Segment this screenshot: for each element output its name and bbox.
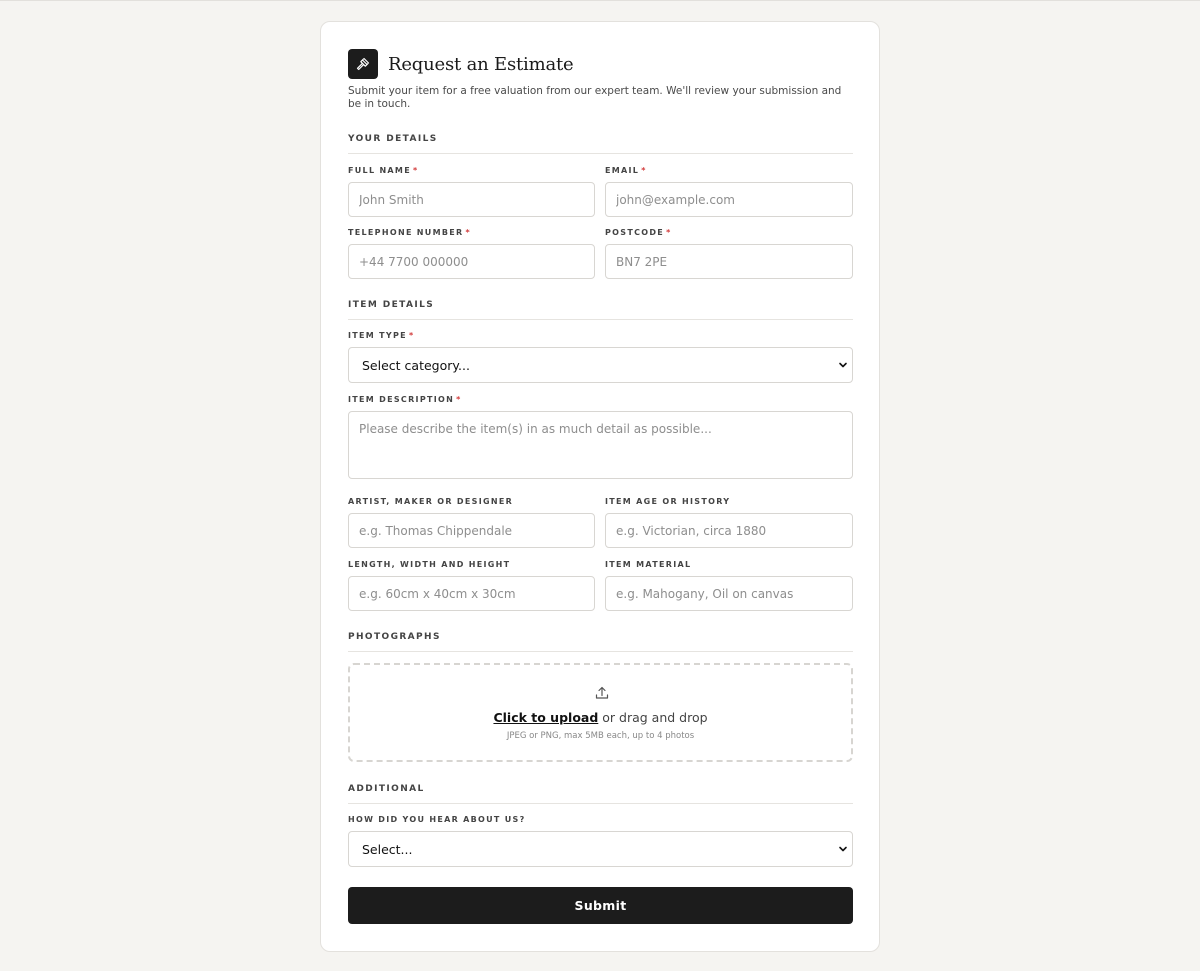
postcode-label-text: POSTCODE	[605, 228, 665, 237]
full-name-label-text: FULL NAME	[348, 166, 411, 175]
postcode-input[interactable]	[605, 244, 853, 279]
section-your-details: YOUR DETAILS	[348, 134, 853, 154]
email-input[interactable]	[605, 182, 853, 217]
chevron-down-icon	[839, 846, 847, 852]
referral-selected: Select...	[362, 841, 413, 857]
dimensions-input[interactable]	[348, 576, 595, 611]
dropzone-hint: JPEG or PNG, max 5MB each, up to 4 photo…	[506, 731, 695, 741]
item-age-label: ITEM AGE OR HISTORY	[605, 497, 731, 506]
section-photographs: PHOTOGRAPHS	[348, 632, 853, 652]
upload-icon	[595, 686, 609, 699]
item-type-label-text: ITEM TYPE	[348, 331, 407, 340]
submit-button[interactable]: Submit	[348, 887, 853, 924]
item-age-input[interactable]	[605, 513, 853, 548]
click-to-upload-link[interactable]: Click to upload	[493, 710, 598, 725]
artist-label: ARTIST, MAKER OR DESIGNER	[348, 497, 514, 506]
item-type-selected: Select category...	[362, 357, 470, 373]
form-subtitle: Submit your item for a free valuation fr…	[348, 85, 842, 110]
required-mark: *	[465, 228, 471, 237]
gavel-icon	[348, 49, 378, 79]
telephone-input[interactable]	[348, 244, 595, 279]
item-description-textarea[interactable]	[348, 411, 853, 479]
section-additional: ADDITIONAL	[348, 784, 853, 804]
material-input[interactable]	[605, 576, 853, 611]
full-name-label: FULL NAME *	[348, 166, 418, 175]
item-description-label: ITEM DESCRIPTION *	[348, 395, 462, 404]
page-title: Request an Estimate	[388, 53, 574, 75]
required-mark: *	[666, 228, 672, 237]
item-description-label-text: ITEM DESCRIPTION	[348, 395, 455, 404]
required-mark: *	[412, 166, 419, 175]
referral-label: HOW DID YOU HEAR ABOUT US?	[348, 815, 526, 824]
dropzone-text: Click to upload or drag and drop	[350, 710, 851, 725]
full-name-input[interactable]	[348, 182, 595, 217]
item-type-select[interactable]: Select category...	[348, 347, 853, 383]
required-mark: *	[456, 395, 462, 404]
required-mark: *	[641, 166, 647, 175]
postcode-label: POSTCODE *	[605, 228, 672, 237]
dropzone-rest-text: or drag and drop	[598, 710, 708, 725]
section-item-details: ITEM DETAILS	[348, 300, 853, 320]
estimate-form-card: Request an Estimate Submit your item for…	[320, 21, 880, 952]
form-header: Request an Estimate	[348, 49, 574, 79]
telephone-label-text: TELEPHONE NUMBER	[348, 228, 464, 237]
photo-dropzone[interactable]: Click to upload or drag and drop JPEG or…	[348, 663, 853, 762]
dimensions-label: LENGTH, WIDTH AND HEIGHT	[348, 560, 511, 569]
email-label: EMAIL *	[605, 166, 647, 175]
referral-select[interactable]: Select...	[348, 831, 853, 867]
email-label-text: EMAIL	[605, 166, 640, 175]
material-label: ITEM MATERIAL	[605, 560, 692, 569]
artist-input[interactable]	[348, 513, 595, 548]
item-type-label: ITEM TYPE *	[348, 331, 414, 340]
required-mark: *	[408, 331, 415, 340]
chevron-down-icon	[839, 362, 847, 368]
telephone-label: TELEPHONE NUMBER *	[348, 228, 471, 237]
